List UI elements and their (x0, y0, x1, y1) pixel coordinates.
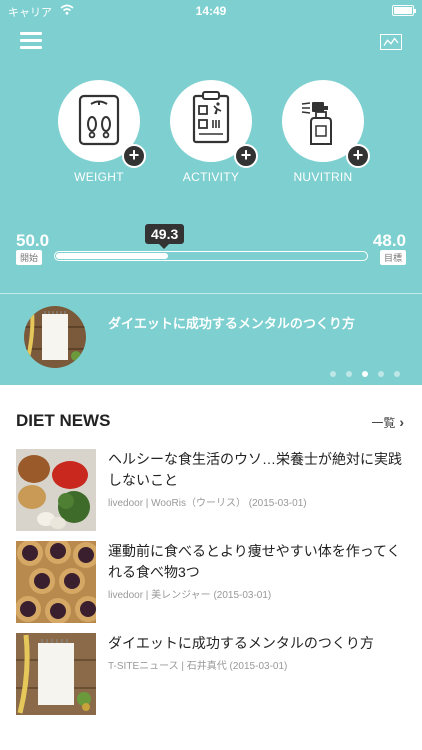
battery-icon (392, 5, 416, 16)
weight-circle[interactable]: + (58, 80, 146, 168)
news-meta: livedoor | 美レンジャー (2015-03-01) (108, 590, 272, 601)
news-item[interactable]: ヘルシーな食生活のウソ…栄養士が絶対に実践しないこと livedoor | Wo… (16, 449, 408, 531)
weight-button[interactable]: + WEIGHT (57, 80, 146, 184)
nuvitrin-button[interactable]: + NUVITRIN (281, 80, 370, 184)
news-more-label: 一覧 (371, 416, 396, 430)
current-weight-bubble: 49.3 (145, 224, 185, 249)
feature-thumbnail[interactable] (24, 306, 86, 368)
chevron-right-icon: › (399, 414, 404, 430)
weight-progress-fill (56, 253, 169, 259)
notepad-image (24, 306, 86, 368)
news-more-link[interactable]: 一覧 › (371, 414, 404, 431)
status-bar: キャリア 14:49 (0, 0, 422, 22)
goal-weight-label: 目標 (379, 250, 406, 265)
news-meta: T-SITEニュース | 石井真代 (2015-03-01) (108, 661, 288, 672)
activity-circle[interactable]: + (170, 80, 258, 168)
activity-button[interactable]: + ACTIVITY (169, 80, 258, 184)
news-thumbnail (16, 541, 96, 623)
hamburger-menu-icon[interactable] (20, 32, 42, 50)
page-dot-active[interactable] (362, 371, 368, 377)
clock: 14:49 (195, 4, 227, 18)
weight-progress-bar (54, 251, 368, 261)
feature-title[interactable]: ダイエットに成功するメンタルのつくり方 (108, 313, 355, 332)
goal-weight: 48.0 (372, 231, 406, 250)
news-thumbnail (16, 449, 96, 531)
weight-label: WEIGHT (74, 170, 124, 184)
news-item[interactable]: 運動前に食べるとより痩せやすい体を作ってくれる食べ物3つ livedoor | … (16, 541, 408, 623)
page-dot[interactable] (346, 371, 352, 377)
start-weight-label: 開始 (16, 250, 43, 265)
add-weight-icon[interactable]: + (122, 144, 146, 168)
add-nuvitrin-icon[interactable]: + (346, 144, 370, 168)
news-heading: DIET NEWS (16, 411, 111, 430)
activity-label: ACTIVITY (182, 170, 240, 184)
nuvitrin-label: NUVITRIN (293, 170, 353, 184)
line-chart-icon[interactable] (380, 34, 402, 50)
start-weight: 50.0 (16, 231, 50, 250)
page-dot[interactable] (330, 371, 336, 377)
header-divider (0, 293, 422, 294)
news-item[interactable]: ダイエットに成功するメンタルのつくり方 T-SITEニュース | 石井真代 (2… (16, 633, 408, 715)
page-dot[interactable] (394, 371, 400, 377)
news-title: 運動前に食べるとより痩せやすい体を作ってくれる食べ物3つ (108, 543, 401, 580)
news-title: ダイエットに成功するメンタルのつくり方 (108, 635, 374, 651)
nuvitrin-circle[interactable]: + (282, 80, 370, 168)
add-activity-icon[interactable]: + (234, 144, 258, 168)
news-title: ヘルシーな食生活のウソ…栄養士が絶対に実践しないこと (108, 451, 402, 488)
news-meta: livedoor | WooRis（ウーリス） (2015-03-01) (108, 498, 307, 509)
page-dot[interactable] (378, 371, 384, 377)
news-thumbnail (16, 633, 96, 715)
carousel-page-indicator[interactable] (330, 364, 410, 382)
